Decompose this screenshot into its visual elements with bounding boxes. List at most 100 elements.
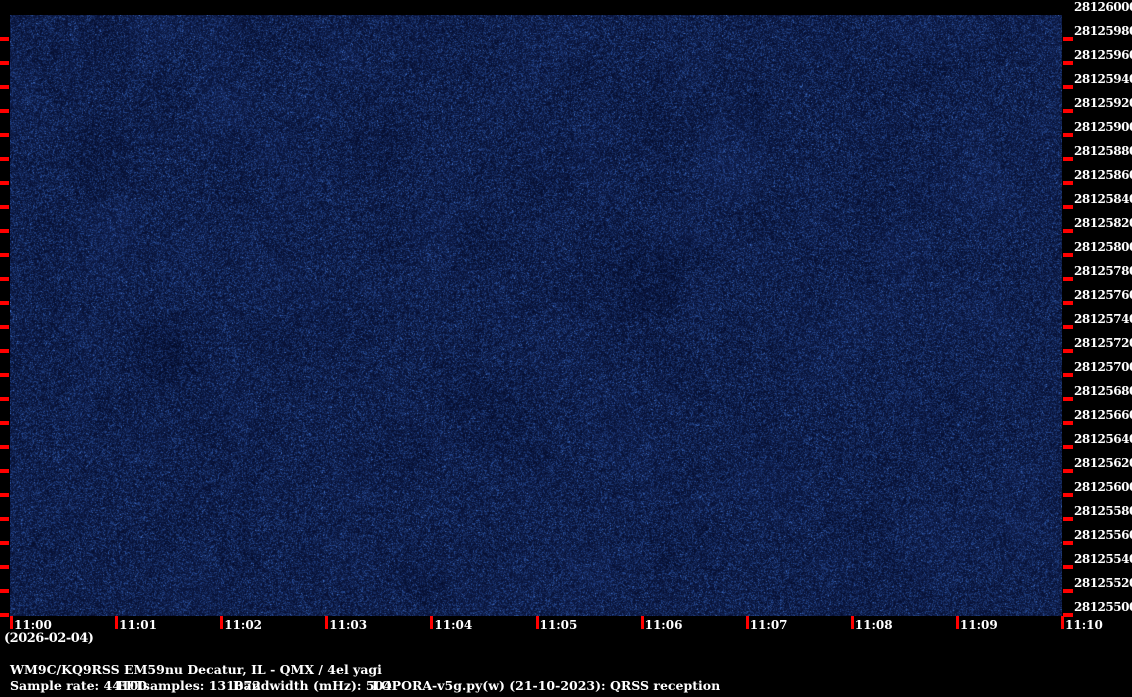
- time-tick-label: 11:07: [750, 619, 788, 631]
- freq-tick-mark-left: [0, 133, 9, 137]
- freq-tick-mark-left: [0, 85, 9, 89]
- freq-tick-mark-left: [0, 277, 9, 281]
- freq-tick-mark-left: [0, 493, 9, 497]
- freq-tick-mark-left: [0, 541, 9, 545]
- freq-tick-mark-left: [0, 397, 9, 401]
- freq-tick-label: 28125900: [1074, 121, 1129, 133]
- time-tick-label: 11:03: [329, 619, 367, 631]
- freq-tick-label: 28125980: [1074, 25, 1129, 37]
- freq-tick-mark-left: [0, 205, 9, 209]
- freq-tick-label: 28125540: [1074, 553, 1129, 565]
- freq-tick-label: 28125500: [1074, 601, 1129, 613]
- freq-tick-mark-left: [0, 229, 9, 233]
- freq-tick-mark-left: [0, 517, 9, 521]
- freq-tick-label: 28125840: [1074, 193, 1129, 205]
- freq-tick-mark-left: [0, 349, 9, 353]
- freq-tick-label: 28125720: [1074, 337, 1129, 349]
- freq-tick-label: 28125520: [1074, 577, 1129, 589]
- freq-tick-mark-left: [0, 421, 9, 425]
- freq-tick-label: 28125660: [1074, 409, 1129, 421]
- freq-tick-mark-right: [1063, 349, 1073, 353]
- time-tick-label: 11:06: [645, 619, 683, 631]
- freq-tick-label: 28125860: [1074, 169, 1129, 181]
- freq-tick-mark-right: [1063, 205, 1073, 209]
- freq-tick-label: 28125600: [1074, 481, 1129, 493]
- freq-tick-mark-right: [1063, 565, 1073, 569]
- time-tick-mark: [641, 616, 644, 629]
- date-annotation: (2026-02-04): [4, 632, 93, 645]
- freq-tick-mark-right: [1063, 589, 1073, 593]
- freq-tick-mark-left: [0, 37, 9, 41]
- time-tick-label: 11:05: [540, 619, 578, 631]
- freq-tick-mark-left: [0, 445, 9, 449]
- time-tick-mark: [220, 616, 223, 629]
- freq-tick-mark-right: [1063, 517, 1073, 521]
- time-tick-mark: [115, 616, 118, 629]
- freq-tick-mark-right: [1063, 157, 1073, 161]
- time-tick-mark: [536, 616, 539, 629]
- time-tick-mark: [1061, 616, 1064, 629]
- time-tick-label: 11:00: [14, 619, 52, 631]
- freq-tick-label: 28125960: [1074, 49, 1129, 61]
- freq-tick-label: 28125700: [1074, 361, 1129, 373]
- time-tick-mark: [746, 616, 749, 629]
- freq-tick-mark-left: [0, 589, 9, 593]
- freq-tick-mark-right: [1063, 253, 1073, 257]
- freq-tick-mark-right: [1063, 229, 1073, 233]
- freq-tick-label: 28125680: [1074, 385, 1129, 397]
- freq-tick-label: 28126000: [1074, 1, 1129, 13]
- software-version-text: LOPORA-v5g.py(w) (21-10-2023): QRSS rece…: [372, 679, 720, 692]
- time-tick-label: 11:10: [1065, 619, 1103, 631]
- freq-tick-label: 28125760: [1074, 289, 1129, 301]
- freq-tick-label: 28125780: [1074, 265, 1129, 277]
- freq-tick-mark-left: [0, 253, 9, 257]
- freq-tick-label: 28125880: [1074, 145, 1129, 157]
- time-tick-label: 11:01: [119, 619, 157, 631]
- freq-tick-mark-left: [0, 109, 9, 113]
- freq-tick-mark-right: [1063, 109, 1073, 113]
- freq-tick-mark-right: [1063, 181, 1073, 185]
- freq-tick-mark-left: [0, 301, 9, 305]
- freq-tick-mark-left: [0, 157, 9, 161]
- freq-tick-mark-left: [0, 373, 9, 377]
- freq-tick-label: 28125940: [1074, 73, 1129, 85]
- freq-tick-label: 28125580: [1074, 505, 1129, 517]
- freq-tick-mark-right: [1063, 85, 1073, 89]
- freq-tick-mark-left: [0, 61, 9, 65]
- freq-tick-mark-left: [0, 181, 9, 185]
- freq-tick-label: 28125820: [1074, 217, 1129, 229]
- freq-tick-mark-right: [1063, 373, 1073, 377]
- freq-tick-label: 28125920: [1074, 97, 1129, 109]
- station-info-line: WM9C/KQ9RSS EM59nu Decatur, IL - QMX / 4…: [10, 663, 382, 676]
- settings-info-line: Sample rate: 44100 FFTsamples: 131072 Ba…: [0, 679, 1132, 694]
- time-tick-label: 11:02: [224, 619, 262, 631]
- time-tick-mark: [325, 616, 328, 629]
- qrss-spectrogram-screen: 28126000 28125980 28125960 28125940 28125920…: [0, 0, 1132, 697]
- time-tick-label: 11:08: [855, 619, 893, 631]
- freq-tick-label: 28125640: [1074, 433, 1129, 445]
- time-tick-mark: [430, 616, 433, 629]
- freq-tick-label: 28125800: [1074, 241, 1129, 253]
- freq-tick-mark-right: [1063, 445, 1073, 449]
- time-tick-mark: [956, 616, 959, 629]
- freq-tick-mark-right: [1063, 469, 1073, 473]
- freq-tick-mark-right: [1063, 325, 1073, 329]
- freq-tick-mark-left: [0, 325, 9, 329]
- freq-tick-label: 28125620: [1074, 457, 1129, 469]
- freq-tick-label: 28125560: [1074, 529, 1129, 541]
- freq-tick-mark-right: [1063, 541, 1073, 545]
- time-tick-mark: [10, 616, 13, 629]
- freq-tick-mark-right: [1063, 613, 1073, 617]
- freq-tick-mark-right: [1063, 493, 1073, 497]
- freq-tick-mark-left: [0, 613, 9, 617]
- freq-tick-mark-right: [1063, 277, 1073, 281]
- spectrogram-waterfall: [10, 15, 1062, 616]
- freq-tick-mark-right: [1063, 421, 1073, 425]
- freq-tick-mark-right: [1063, 301, 1073, 305]
- time-tick-label: 11:04: [434, 619, 472, 631]
- time-tick-label: 11:09: [960, 619, 998, 631]
- freq-tick-mark-right: [1063, 397, 1073, 401]
- bandwidth-text: Bandwidth (mHz): 504: [233, 679, 392, 692]
- freq-tick-mark-left: [0, 565, 9, 569]
- freq-tick-mark-left: [0, 469, 9, 473]
